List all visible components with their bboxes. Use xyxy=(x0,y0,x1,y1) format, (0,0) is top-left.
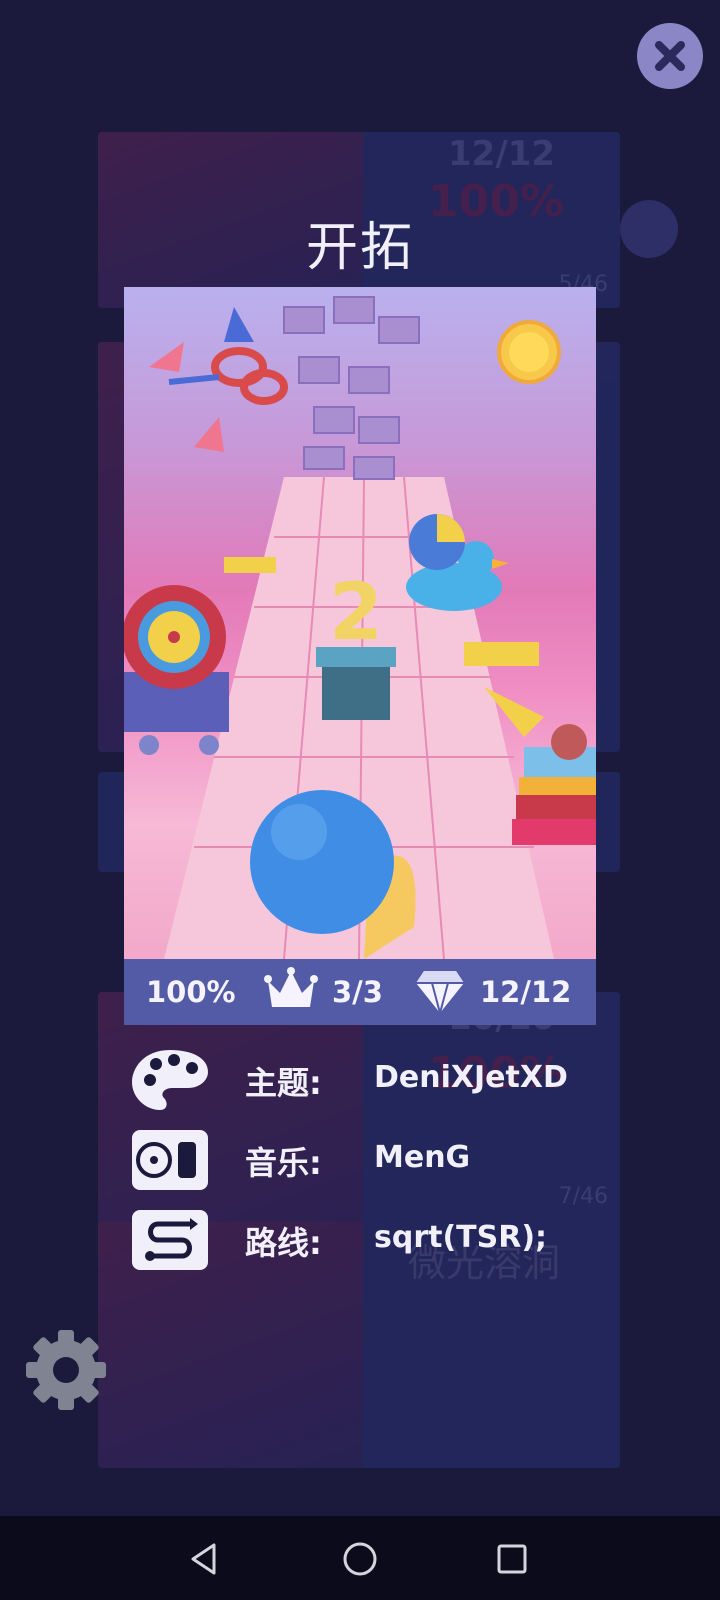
back-button[interactable] xyxy=(180,1534,230,1584)
theme-value: DeniXJetXD xyxy=(374,1060,568,1095)
route-value: sqrt(TSR); xyxy=(374,1220,548,1255)
sun-decoration xyxy=(497,320,561,384)
home-circle-icon xyxy=(343,1542,377,1576)
close-button[interactable] xyxy=(637,23,703,89)
music-player-icon xyxy=(132,1130,208,1190)
recents-button[interactable] xyxy=(487,1534,537,1584)
background-gem-count: 12/12 xyxy=(448,134,556,174)
music-row: 音乐: MenG xyxy=(128,1126,598,1196)
theme-label: 主题: xyxy=(245,1064,322,1102)
level-title: 开拓 xyxy=(305,218,414,278)
counter-digit: 2 xyxy=(329,568,383,658)
recents-square-icon xyxy=(497,1544,527,1574)
route-label: 路线: xyxy=(245,1224,322,1262)
completion-percent: 100% xyxy=(146,975,236,1009)
level-preview-image[interactable]: 2 xyxy=(124,287,596,959)
crown-count: 3/3 xyxy=(332,975,383,1009)
route-row: 路线: sqrt(TSR); xyxy=(128,1206,598,1276)
level-preview-scene: 2 xyxy=(124,296,596,959)
home-button[interactable] xyxy=(335,1534,385,1584)
gem-count: 12/12 xyxy=(480,975,572,1009)
level-stats-bar: 100% 3/3 12/12 xyxy=(124,959,596,1025)
scissors-decoration xyxy=(168,347,288,405)
system-navigation-bar xyxy=(0,1516,720,1600)
close-icon xyxy=(655,41,685,71)
back-triangle-icon xyxy=(191,1543,216,1575)
gear-icon xyxy=(26,1330,106,1410)
theme-row: 主题: DeniXJetXD xyxy=(128,1046,598,1116)
music-label: 音乐: xyxy=(245,1144,322,1182)
crown-icon xyxy=(264,967,318,1007)
palette-icon xyxy=(132,1050,208,1110)
route-icon xyxy=(132,1210,208,1270)
music-value: MenG xyxy=(374,1140,471,1175)
hazard-drum-decoration xyxy=(124,585,229,755)
settings-button[interactable] xyxy=(24,1328,108,1412)
gem-icon xyxy=(416,971,464,1014)
